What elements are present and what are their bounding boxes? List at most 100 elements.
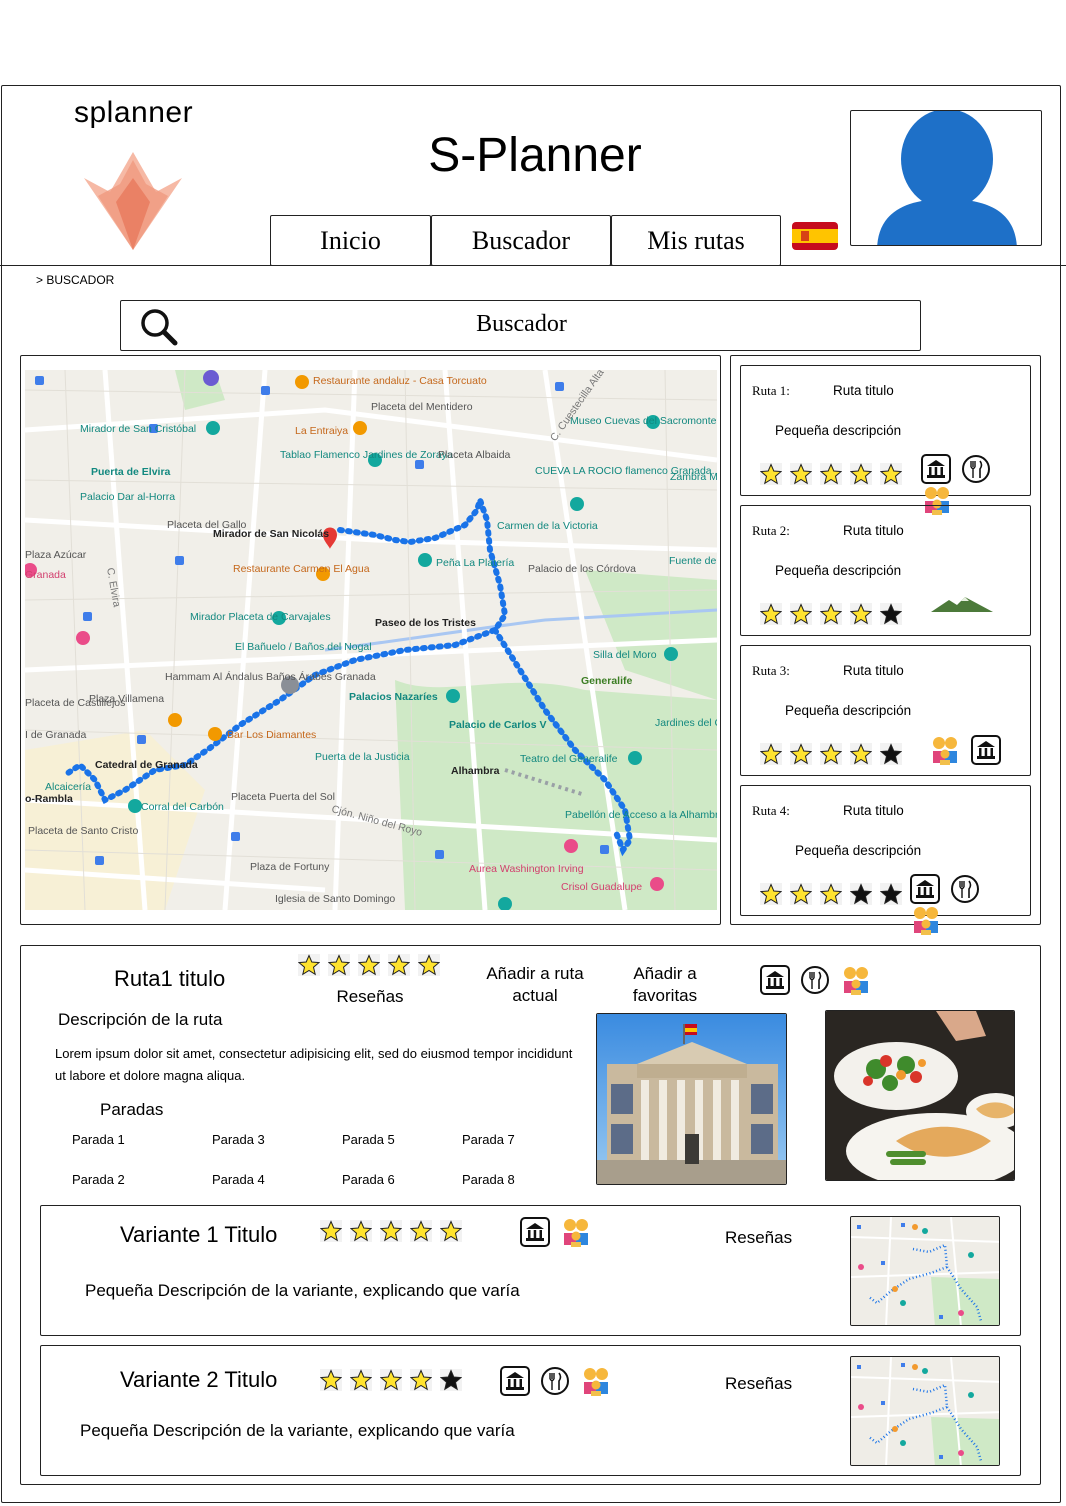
route-card-title[interactable]: Ruta titulo (843, 523, 904, 538)
route-card-title[interactable]: Ruta titulo (833, 383, 894, 398)
family-icon (929, 734, 961, 766)
stop-item[interactable]: Parada 1 (72, 1132, 125, 1147)
food-photo[interactable] (825, 1010, 1015, 1181)
star-filled-icon[interactable] (380, 1220, 402, 1242)
star-filled-icon[interactable] (440, 1220, 462, 1242)
user-avatar[interactable] (850, 110, 1042, 246)
star-filled-icon[interactable] (760, 463, 782, 485)
star-empty-icon[interactable] (880, 603, 902, 625)
map-label: Palacio Dar al-Horra (80, 491, 176, 503)
map-label: El Bañuelo / Baños del Nogal (235, 641, 372, 653)
route-card-number: Ruta 2: (752, 523, 790, 538)
route-card-title[interactable]: Ruta titulo (843, 663, 904, 678)
stop-item[interactable]: Parada 3 (212, 1132, 265, 1147)
variant-stars (320, 1369, 470, 1391)
star-filled-icon[interactable] (320, 1369, 342, 1391)
star-filled-icon[interactable] (790, 463, 812, 485)
map-label: Fuente de (669, 555, 717, 567)
star-filled-icon[interactable] (820, 883, 842, 905)
star-filled-icon[interactable] (790, 743, 812, 765)
route-card[interactable]: Ruta 1: Ruta titulo Pequeña descripción (740, 365, 1031, 515)
map-label: Zambra M La Canas (670, 471, 717, 483)
variant-reviews-link[interactable]: Reseñas (725, 1228, 792, 1248)
route-card-description: Pequeña descripción (795, 843, 922, 858)
variant-reviews-link[interactable]: Reseñas (725, 1374, 792, 1394)
stop-item[interactable]: Parada 7 (462, 1132, 515, 1147)
map-label: Peña La Platería (436, 557, 515, 569)
star-filled-icon[interactable] (820, 463, 842, 485)
star-filled-icon[interactable] (760, 883, 782, 905)
route-card-title[interactable]: Ruta titulo (843, 803, 904, 818)
star-filled-icon[interactable] (790, 883, 812, 905)
stop-item[interactable]: Parada 2 (72, 1172, 125, 1187)
star-filled-icon[interactable] (320, 1220, 342, 1242)
star-filled-icon[interactable] (820, 743, 842, 765)
star-filled-icon[interactable] (760, 603, 782, 625)
star-filled-icon[interactable] (760, 743, 782, 765)
star-filled-icon[interactable] (328, 954, 350, 976)
map-label: Restaurante andaluz - Casa Torcuato (313, 375, 487, 387)
nav-mis-rutas[interactable]: Mis rutas (611, 215, 781, 266)
restaurant-icon (800, 965, 830, 995)
star-filled-icon[interactable] (410, 1369, 432, 1391)
add-to-current-route-button[interactable]: Añadir a ruta actual (475, 963, 595, 1007)
star-filled-icon[interactable] (820, 603, 842, 625)
star-filled-icon[interactable] (850, 603, 872, 625)
search-input[interactable]: Buscador (120, 300, 921, 351)
stops-heading: Paradas (100, 1100, 164, 1119)
map-label: Catedral de Granada (95, 759, 198, 771)
variant-card[interactable]: Variante 1 Titulo Reseñas Pequeña Descri… (40, 1205, 1021, 1336)
logo-icon (84, 152, 182, 250)
museum-photo[interactable] (596, 1013, 787, 1185)
variant-card[interactable]: Variante 2 Titulo Reseñas Pequeña Descri… (40, 1345, 1021, 1476)
map-view[interactable]: Restaurante andaluz - Casa Torcuato Plac… (25, 370, 717, 910)
star-filled-icon[interactable] (350, 1220, 372, 1242)
star-filled-icon[interactable] (850, 743, 872, 765)
detail-title: Ruta1 titulo (114, 966, 226, 991)
route-card-stars (760, 883, 910, 905)
star-empty-icon[interactable] (850, 883, 872, 905)
map-label: La Entraiya (295, 425, 349, 437)
star-empty-icon[interactable] (880, 743, 902, 765)
description-heading: Descripción de la ruta (58, 1010, 223, 1029)
route-card-stars (760, 743, 910, 765)
route-card-stars (760, 603, 910, 625)
star-filled-icon[interactable] (298, 954, 320, 976)
route-card[interactable]: Ruta 3: Ruta titulo Pequeña descripción (740, 645, 1031, 776)
star-filled-icon[interactable] (380, 1369, 402, 1391)
star-filled-icon[interactable] (350, 1369, 372, 1391)
star-filled-icon[interactable] (388, 954, 410, 976)
stop-item[interactable]: Parada 4 (212, 1172, 265, 1187)
star-filled-icon[interactable] (410, 1220, 432, 1242)
stop-item[interactable]: Parada 8 (462, 1172, 515, 1187)
map-label: Placeta de Santo Cristo (28, 825, 139, 837)
nav-buscador[interactable]: Buscador (431, 215, 611, 266)
star-filled-icon[interactable] (850, 463, 872, 485)
star-filled-icon[interactable] (418, 954, 440, 976)
app-title: S-Planner (428, 129, 642, 182)
star-filled-icon[interactable] (790, 603, 812, 625)
detail-reviews-link[interactable]: Reseñas (320, 987, 420, 1007)
add-to-favorites-button[interactable]: Añadir a favoritas (615, 963, 715, 1007)
star-empty-icon[interactable] (880, 883, 902, 905)
star-filled-icon[interactable] (880, 463, 902, 485)
route-card[interactable]: Ruta 4: Ruta titulo Pequeña descripción (740, 785, 1031, 935)
variant-map-thumbnail[interactable] (850, 1216, 1000, 1326)
stop-item[interactable]: Parada 5 (342, 1132, 395, 1147)
map-label: Palacio de Carlos V (449, 719, 547, 731)
nav-inicio[interactable]: Inicio (270, 215, 431, 266)
route-card-description: Pequeña descripción (785, 703, 912, 718)
logo-text: splanner (74, 96, 194, 129)
star-empty-icon[interactable] (440, 1369, 462, 1391)
map-label: Iglesia de Santo Domingo (275, 893, 396, 905)
map-label: Puerta de Elvira (91, 466, 171, 478)
language-flag-icon[interactable] (792, 218, 838, 254)
breadcrumb[interactable]: > BUSCADOR (36, 273, 114, 287)
route-card[interactable]: Ruta 2: Ruta titulo Pequeña descripción (740, 505, 1031, 636)
map-label: Alhambra (451, 765, 500, 777)
variant-title: Variante 2 Titulo (120, 1367, 278, 1392)
star-filled-icon[interactable] (358, 954, 380, 976)
stop-item[interactable]: Parada 6 (342, 1172, 395, 1187)
variant-map-thumbnail[interactable] (850, 1356, 1000, 1466)
family-icon (840, 964, 872, 996)
